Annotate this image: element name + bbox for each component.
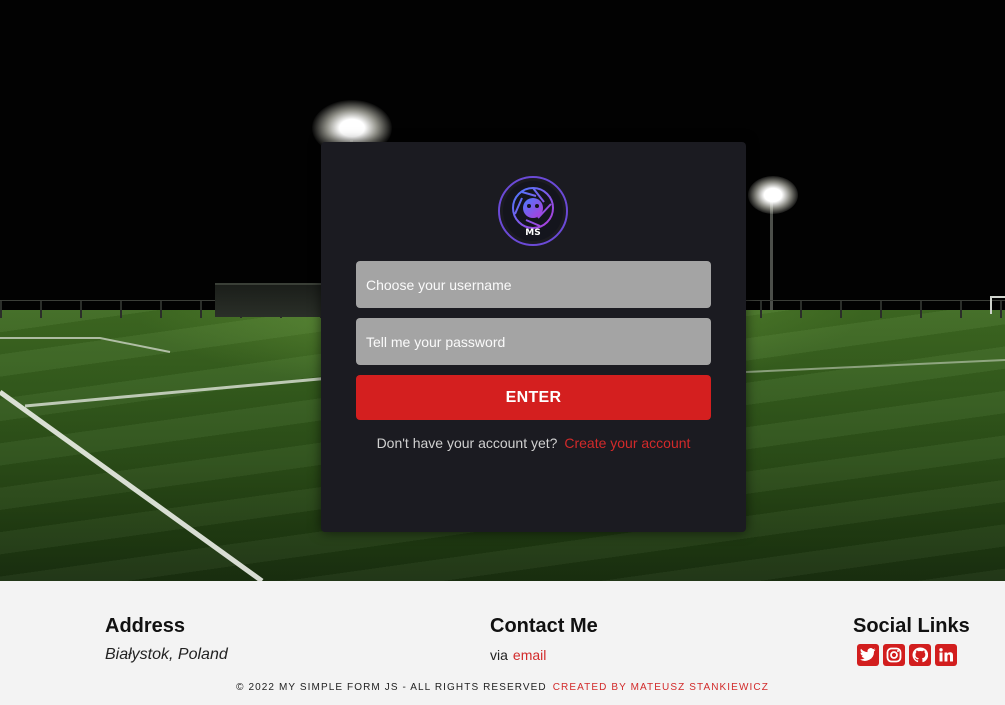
contact-heading: Contact Me [490, 615, 598, 637]
author-credit-link[interactable]: CREATED BY MATEUSZ STANKIEWICZ [553, 682, 769, 693]
login-card: MS ENTER Don't have your account yet? Cr… [321, 142, 746, 532]
signup-prompt-row: Don't have your account yet? Create your… [321, 435, 746, 451]
contact-line: via email [490, 647, 546, 663]
email-link[interactable]: email [513, 647, 546, 663]
copyright-text: © 2022 MY SIMPLE FORM JS - ALL RIGHTS RE… [236, 682, 547, 693]
camera-shutter-icon: MS [512, 187, 554, 238]
social-links [857, 644, 957, 666]
address-value: Białystok, Poland [105, 646, 228, 663]
twitter-icon[interactable] [857, 644, 879, 666]
username-input[interactable] [356, 261, 711, 308]
linkedin-icon[interactable] [935, 644, 957, 666]
instagram-icon[interactable] [883, 644, 905, 666]
contact-via: via [490, 647, 508, 663]
address-heading: Address [105, 615, 186, 637]
enter-button[interactable]: ENTER [356, 375, 711, 420]
signup-prompt: Don't have your account yet? [376, 435, 558, 451]
password-input[interactable] [356, 318, 711, 365]
logo-text: MS [525, 228, 540, 238]
social-heading: Social Links [853, 615, 970, 637]
brand-logo: MS [498, 176, 568, 246]
create-account-link[interactable]: Create your account [564, 435, 690, 451]
copyright-line: © 2022 MY SIMPLE FORM JS - ALL RIGHTS RE… [0, 682, 1005, 693]
github-icon[interactable] [909, 644, 931, 666]
page-footer: Address Białystok, Poland Contact Me via… [0, 581, 1005, 705]
